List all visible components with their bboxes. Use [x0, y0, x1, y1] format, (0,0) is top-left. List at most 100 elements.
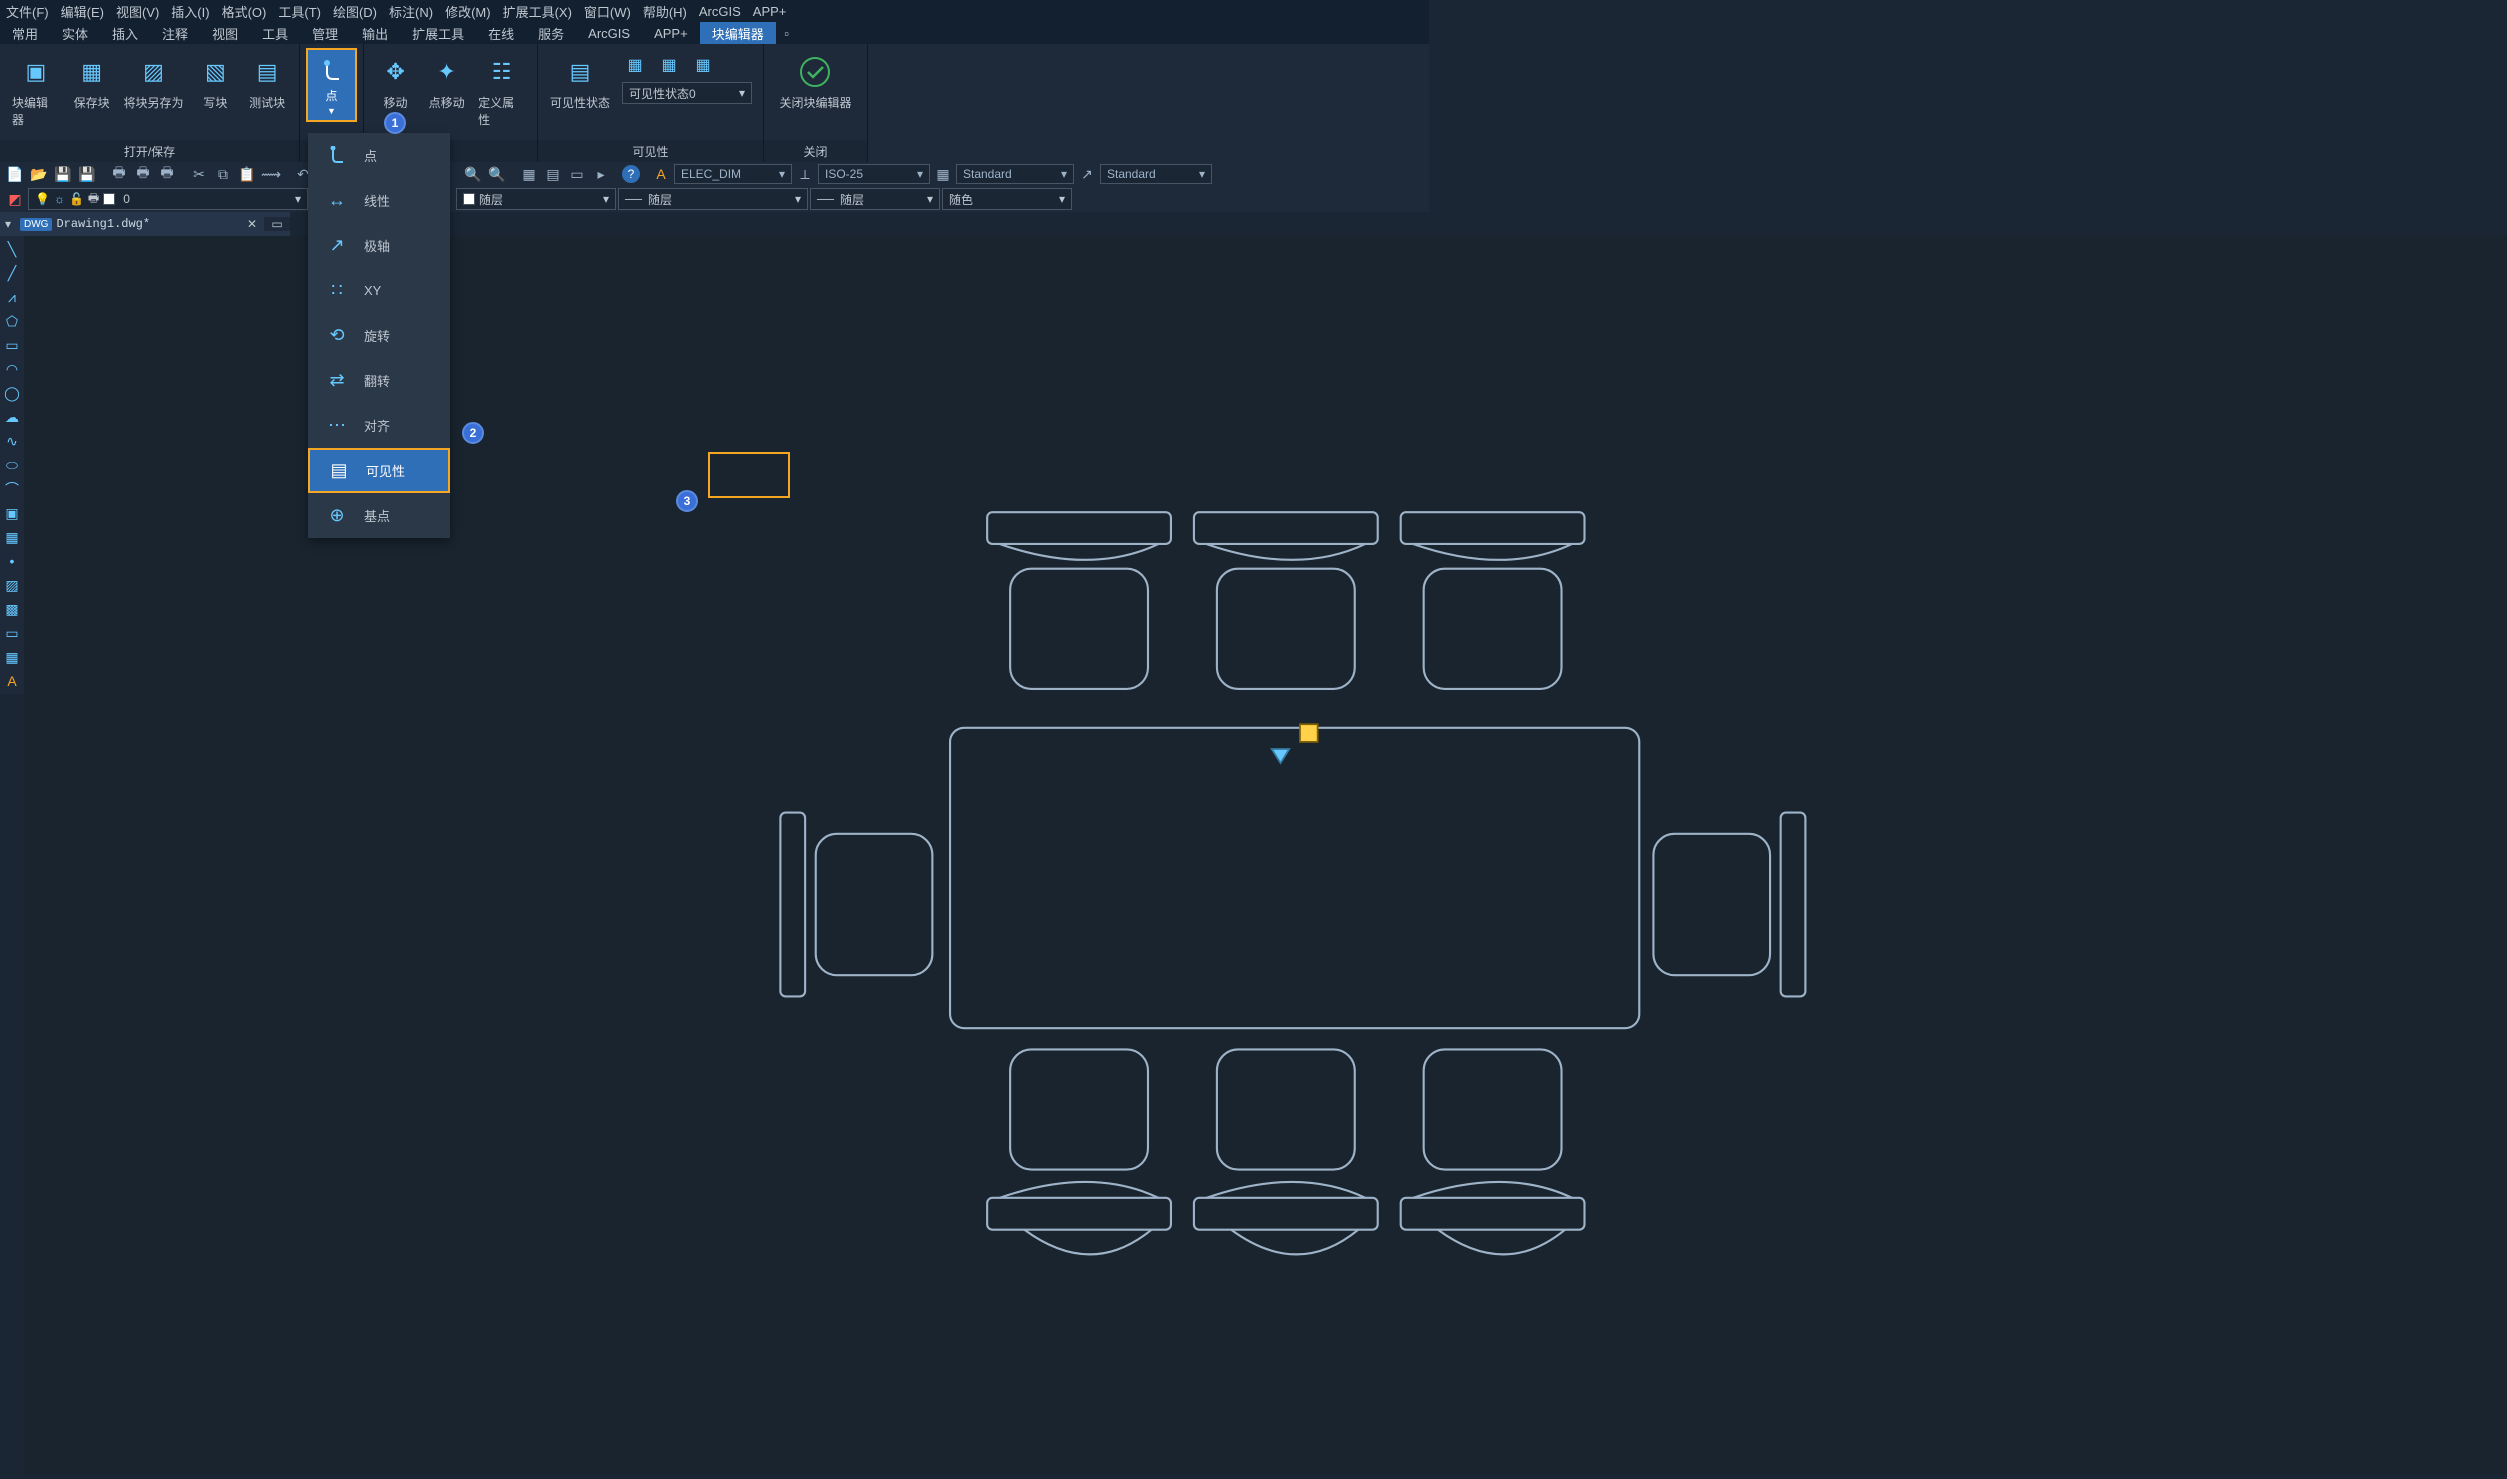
lineweight-combo[interactable]: ──随层 ▾ [810, 188, 940, 210]
new-icon[interactable]: 📄 [4, 163, 26, 185]
visstate-combo[interactable]: 可见性状态0 ▾ [622, 82, 752, 104]
dditem-xy[interactable]: ∷ XY [308, 268, 450, 313]
dditem-polar[interactable]: ↗ 极轴 [308, 223, 450, 268]
menu-appplus[interactable]: APP+ [747, 4, 793, 19]
menu-tools[interactable]: 工具(T) [272, 2, 327, 21]
pointmove-button[interactable]: ✦ 点移动 [421, 48, 472, 115]
rtab-blockeditor[interactable]: 块编辑器 [700, 22, 776, 44]
rtab-common[interactable]: 常用 [0, 22, 50, 44]
props-icon[interactable]: ▤ [542, 163, 564, 185]
defattr-button[interactable]: ☷ 定义属性 [472, 48, 531, 132]
circle-icon[interactable]: ◯ [0, 382, 24, 404]
menu-modify[interactable]: 修改(M) [439, 2, 497, 21]
mleader-icon[interactable]: ↗ [1076, 163, 1098, 185]
rectangle-icon[interactable]: ▭ [0, 334, 24, 356]
gradient-icon[interactable]: ▩ [0, 598, 24, 620]
file-close-button[interactable]: ✕ [240, 217, 264, 231]
doc-window-icon[interactable]: ▫ [776, 22, 798, 44]
linetype-combo[interactable]: ──随层 ▾ [618, 188, 808, 210]
filetab-collapse-icon[interactable]: ▾ [0, 217, 16, 231]
layer-manager-icon[interactable]: ◩ [4, 188, 26, 210]
polygon-icon[interactable]: ⬠ [0, 310, 24, 332]
copy-icon[interactable]: ⧉ [212, 163, 234, 185]
dditem-basepoint[interactable]: ⊕ 基点 [308, 493, 450, 538]
dim-icon[interactable]: ⟂ [794, 163, 816, 185]
tablestyle-combo[interactable]: Standard▾ [956, 164, 1074, 184]
rtab-manage[interactable]: 管理 [300, 22, 350, 44]
rtab-annotate[interactable]: 注释 [150, 22, 200, 44]
arc-icon[interactable]: ◠ [0, 358, 24, 380]
menu-help[interactable]: 帮助(H) [637, 2, 693, 21]
hatch-icon[interactable]: ▨ [0, 574, 24, 596]
xline-icon[interactable]: ╱ [0, 262, 24, 284]
pagesetup-icon[interactable]: 🖶 [156, 163, 178, 185]
line-icon[interactable]: ╲ [0, 238, 24, 260]
doc-icon[interactable]: ▭ [566, 163, 588, 185]
rtab-arcgis[interactable]: ArcGIS [576, 22, 642, 44]
rtab-entity[interactable]: 实体 [50, 22, 100, 44]
testblock-button[interactable]: ▤ 测试块 [241, 48, 293, 115]
dim-A-icon[interactable]: A [650, 163, 672, 185]
menu-arcgis[interactable]: ArcGIS [693, 4, 747, 19]
dditem-flip[interactable]: ⇄ 翻转 [308, 358, 450, 403]
blockeditor-button[interactable]: ▣ 块编辑器 [6, 48, 66, 132]
table-icon[interactable]: ▦ [518, 163, 540, 185]
color-combo[interactable]: 随层 ▾ [456, 188, 616, 210]
saveblockas-button[interactable]: ▨ 将块另存为 [117, 48, 189, 115]
zoom-icon[interactable]: 🔍 [462, 163, 484, 185]
rtab-tools[interactable]: 工具 [250, 22, 300, 44]
menu-view[interactable]: 视图(V) [110, 2, 165, 21]
visstate-button[interactable]: ▤ 可见性状态 [544, 48, 616, 115]
point-button[interactable]: 点 ▼ [306, 48, 357, 122]
writeblock-button[interactable]: ▧ 写块 [189, 48, 241, 115]
file-name[interactable]: Drawing1.dwg* [56, 217, 240, 231]
mleaderstyle-combo[interactable]: Standard▾ [1100, 164, 1212, 184]
printpreview-icon[interactable]: 🖶 [132, 163, 154, 185]
block-icon[interactable]: ▦ [0, 526, 24, 548]
visicon-3[interactable]: ▦ [690, 54, 716, 76]
menu-window[interactable]: 窗口(W) [578, 2, 637, 21]
revcloud-icon[interactable]: ☁ [0, 406, 24, 428]
cut-icon[interactable]: ✂ [188, 163, 210, 185]
print-icon[interactable]: 🖶 [108, 163, 130, 185]
dditem-point[interactable]: 点 [308, 133, 450, 178]
table-icon[interactable]: ▦ [0, 646, 24, 668]
open-icon[interactable]: 📂 [28, 163, 50, 185]
rtab-view[interactable]: 视图 [200, 22, 250, 44]
menu-insert[interactable]: 插入(I) [165, 2, 215, 21]
ellipse-icon[interactable]: ⬭ [0, 454, 24, 476]
saveblock-button[interactable]: ▦ 保存块 [66, 48, 118, 115]
menu-dimension[interactable]: 标注(N) [383, 2, 439, 21]
menu-format[interactable]: 格式(O) [216, 2, 273, 21]
rtab-appplus[interactable]: APP+ [642, 22, 700, 44]
help-icon[interactable]: ? [622, 165, 640, 183]
polyline-icon[interactable]: ⩘ [0, 286, 24, 308]
tbl-icon[interactable]: ▦ [932, 163, 954, 185]
dditem-visibility[interactable]: ▤ 可见性 [308, 448, 450, 493]
region-icon[interactable]: ▭ [0, 622, 24, 644]
layer-combo[interactable]: 💡 ☼ 🔓 🖶 0 ▾ [28, 188, 308, 210]
rtab-exttools[interactable]: 扩展工具 [400, 22, 476, 44]
visicon-2[interactable]: ▦ [656, 54, 682, 76]
closeblockeditor-button[interactable]: 关闭块编辑器 [773, 48, 857, 115]
menu-file[interactable]: 文件(F) [0, 2, 55, 21]
plotcolor-combo[interactable]: 随色 ▾ [942, 188, 1072, 210]
matchprop-icon[interactable]: ⟿ [260, 163, 282, 185]
ellipsearc-icon[interactable]: ⌒ [0, 478, 24, 500]
text-icon[interactable]: A [0, 670, 24, 692]
spline-icon[interactable]: ∿ [0, 430, 24, 452]
dimstyle-combo[interactable]: ELEC_DIM▾ [674, 164, 792, 184]
save-icon[interactable]: 💾 [52, 163, 74, 185]
dditem-align[interactable]: ⋯ 对齐 [308, 403, 450, 448]
rtab-service[interactable]: 服务 [526, 22, 576, 44]
file-new-tab-button[interactable]: ▭ [264, 217, 290, 231]
menu-ext[interactable]: 扩展工具(X) [497, 2, 578, 21]
dimstyle2-combo[interactable]: ISO-25▾ [818, 164, 930, 184]
insert-icon[interactable]: ▣ [0, 502, 24, 524]
saveall-icon[interactable]: 💾 [76, 163, 98, 185]
paste-icon[interactable]: 📋 [236, 163, 258, 185]
dditem-rotate[interactable]: ⟲ 旋转 [308, 313, 450, 358]
visicon-1[interactable]: ▦ [622, 54, 648, 76]
rtab-online[interactable]: 在线 [476, 22, 526, 44]
zoom2-icon[interactable]: 🔍 [486, 163, 508, 185]
